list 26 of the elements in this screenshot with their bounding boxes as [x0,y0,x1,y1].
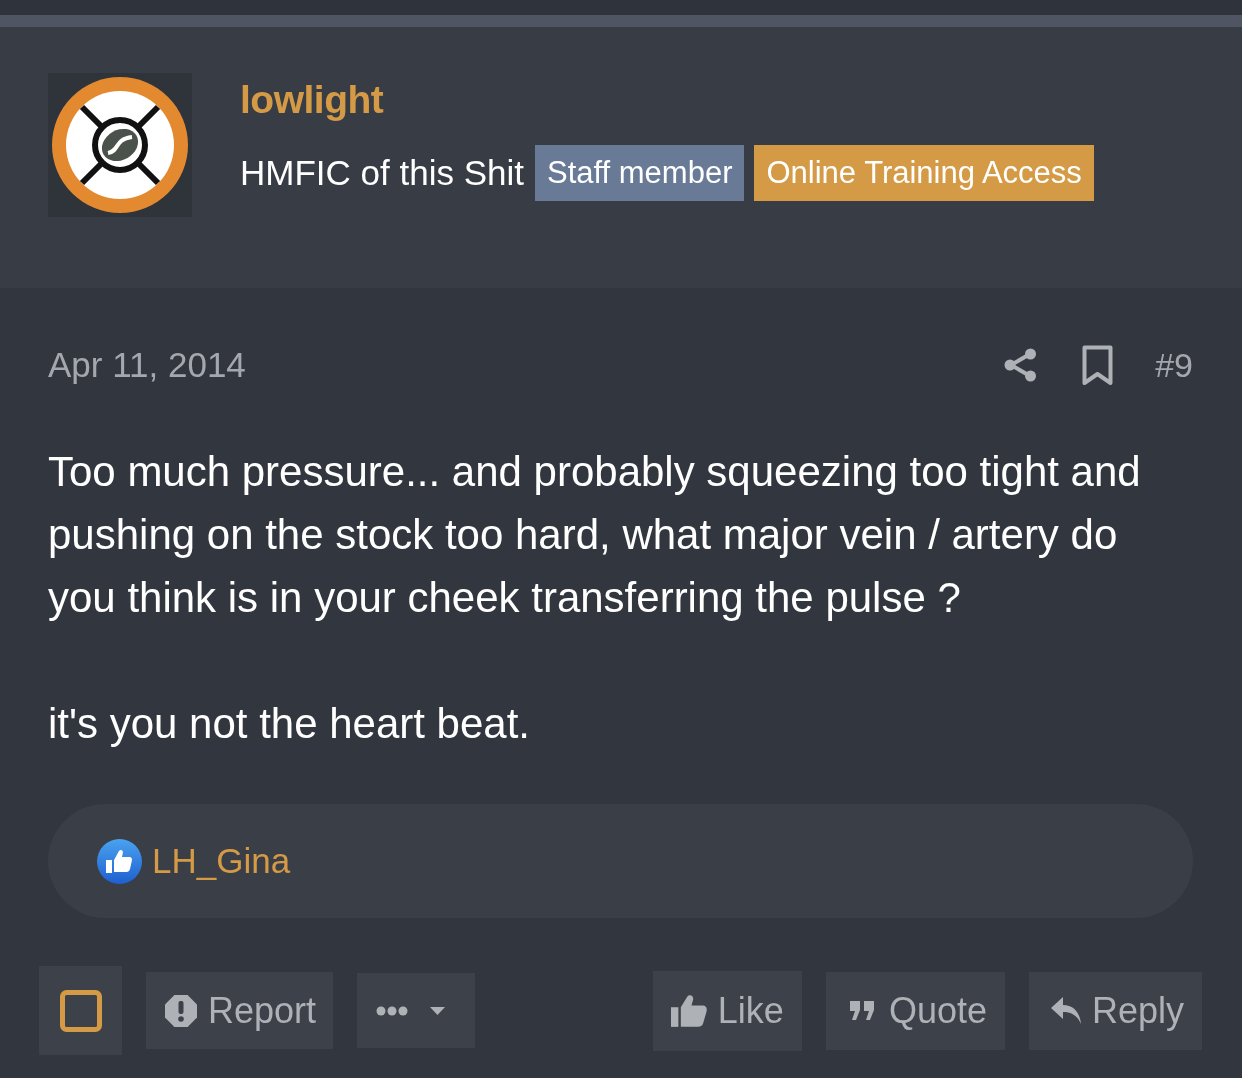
user-title: HMFIC of this Shit [240,153,524,193]
warning-icon [165,994,197,1027]
more-options-button[interactable] [357,973,476,1048]
reaction-user-link[interactable]: LH_Gina [152,841,291,881]
thumbs-up-icon [670,994,707,1027]
ellipsis-icon [376,1005,409,1016]
post-text: Too much pressure... and probably squeezing too tight and pushing on the stock too hard, what major vein / artery do you think is in your cheek transferring the pulse ? [48,447,1142,623]
user-banner: Online Training Access [754,145,1094,201]
user-banner: Staff member [534,145,745,201]
reply-button[interactable]: Reply [1028,971,1202,1050]
report-button[interactable]: Report [146,972,334,1049]
share-icon[interactable] [1004,348,1038,382]
post-date[interactable]: Apr 11, 2014 [48,345,246,385]
bookmark-icon[interactable] [1082,344,1114,386]
username-link[interactable]: lowlight [240,78,384,122]
thumbs-up-icon [97,838,142,884]
reply-arrow-icon [1050,997,1081,1024]
checkbox-icon[interactable] [59,989,102,1032]
select-button[interactable] [39,966,122,1055]
like-button[interactable]: Like [652,970,802,1051]
quote-icon [849,1001,875,1020]
caret-icon [430,1006,446,1015]
quote-button[interactable]: Quote [825,971,1005,1050]
post-text: it's you not the heart beat. [48,699,531,749]
avatar-icon [48,73,192,217]
post-number-link[interactable]: #9 [1155,345,1193,385]
